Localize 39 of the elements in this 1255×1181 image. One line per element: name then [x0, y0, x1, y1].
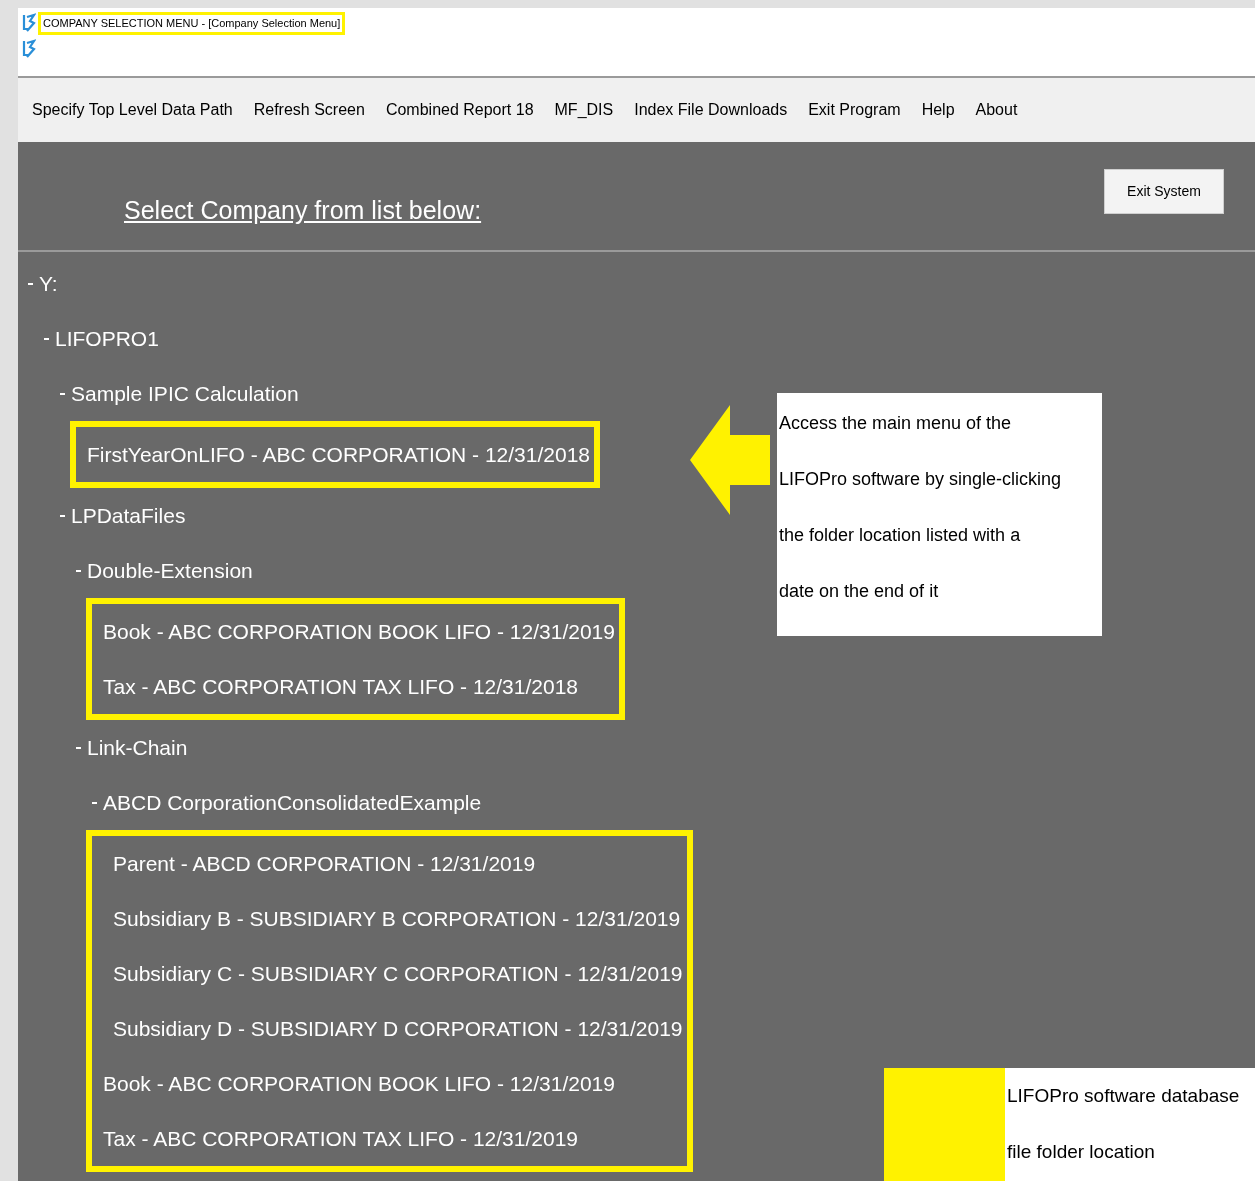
menu-item[interactable]: Index File Downloads: [634, 98, 788, 122]
collapse-icon[interactable]: [60, 514, 65, 517]
legend-text: LIFOPro software database file folder location: [1007, 1084, 1241, 1164]
tree-company-item[interactable]: Subsidiary D - SUBSIDIARY D CORPORATION - 12/31/2019: [113, 1012, 683, 1045]
tree-folder[interactable]: LPDataFiles: [71, 499, 186, 532]
app-icon: [22, 13, 36, 34]
callout-text: Access the main menu of the LIFOPro software by single-clicking the folder location listed with a date on the end of it: [779, 412, 1063, 603]
tree-folder[interactable]: ABCD CorporationConsolidatedExample: [103, 786, 482, 819]
menu-item[interactable]: MF_DIS: [554, 98, 614, 122]
collapse-icon[interactable]: [76, 746, 81, 749]
menu-item[interactable]: Help: [921, 98, 955, 122]
collapse-icon[interactable]: [28, 282, 33, 285]
tree-company-item[interactable]: Book - ABC CORPORATION BOOK LIFO - 12/31/2019: [103, 1067, 615, 1100]
pointer-arrow-icon: [690, 405, 770, 515]
menu-item[interactable]: Combined Report 18: [385, 98, 534, 122]
collapse-icon[interactable]: [76, 569, 81, 572]
collapse-icon[interactable]: [60, 392, 65, 395]
menu-item[interactable]: About: [975, 98, 1018, 122]
app-icon: [22, 38, 36, 59]
tree-folder[interactable]: Sample IPIC Calculation: [71, 377, 299, 410]
menu-item[interactable]: Specify Top Level Data Path: [32, 98, 233, 122]
menu-item[interactable]: Exit Program: [808, 98, 901, 122]
tree-folder[interactable]: Y:: [39, 267, 58, 300]
tree-folder[interactable]: Link-Chain: [87, 731, 188, 764]
tree-folder[interactable]: Double-Extension: [87, 554, 253, 587]
menu-item[interactable]: Refresh Screen: [253, 98, 365, 122]
tree-company-item[interactable]: Subsidiary C - SUBSIDIARY C CORPORATION - 12/31/2019: [113, 957, 683, 990]
heading: Select Company from list below:: [124, 195, 482, 226]
tree-company-item[interactable]: Parent - ABCD CORPORATION - 12/31/2019: [113, 847, 536, 880]
window-title: COMPANY SELECTION MENU - [Company Selection Menu]: [38, 12, 346, 35]
collapse-icon[interactable]: [92, 801, 97, 804]
tree-company-item[interactable]: Tax - ABC CORPORATION TAX LIFO - 12/31/2018: [103, 670, 578, 703]
tree-company-item[interactable]: FirstYearOnLIFO - ABC CORPORATION - 12/31/2018: [87, 438, 590, 471]
collapse-icon[interactable]: [44, 337, 49, 340]
tree-company-item[interactable]: Subsidiary B - SUBSIDIARY B CORPORATION - 12/31/2019: [113, 902, 681, 935]
tree-company-item[interactable]: Tax - ABC CORPORATION TAX LIFO - 12/31/2019: [103, 1122, 578, 1155]
tree-folder[interactable]: LIFOPRO1: [55, 322, 159, 355]
exit-system-button[interactable]: Exit System: [1104, 169, 1224, 214]
tree-company-item[interactable]: Book - ABC CORPORATION BOOK LIFO - 12/31/2019: [103, 615, 615, 648]
